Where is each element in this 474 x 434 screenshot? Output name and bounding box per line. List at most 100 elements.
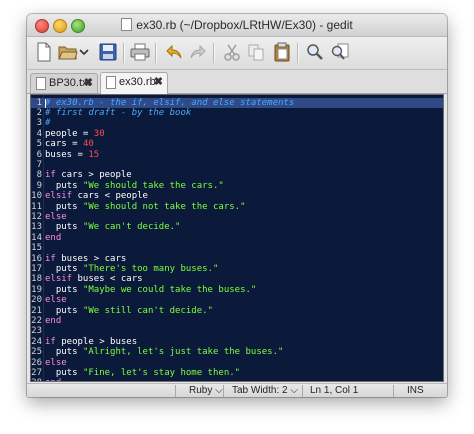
code-line[interactable]: 8 if cars > people — [31, 170, 443, 180]
code-token: buses > cars — [55, 253, 127, 264]
code-token: else — [45, 211, 67, 222]
code-line[interactable]: 16 if buses > cars — [31, 254, 443, 264]
code-token: 15 — [88, 149, 100, 160]
line-number: 13 — [31, 222, 42, 233]
line-number: 12 — [31, 211, 42, 222]
find-replace-button[interactable] — [329, 41, 351, 63]
code-line[interactable]: 11 puts "We should not take the cars." — [31, 202, 443, 212]
line-code: cars = 40 — [45, 139, 94, 149]
code-token: # first draft - by the book — [45, 107, 192, 118]
code-line[interactable]: 12 else — [31, 212, 443, 222]
code-token: people > buses — [55, 336, 138, 347]
cursor-position: Ln 1, Col 1 — [310, 385, 359, 396]
text-cursor — [45, 98, 46, 108]
line-code: # — [45, 118, 50, 128]
code-token: cars = — [45, 139, 83, 150]
window-title-text: ex30.rb (~/Dropbox/LRtHW/Ex30) - gedit — [136, 18, 353, 32]
code-line[interactable]: 13 puts "We can't decide." — [31, 222, 443, 232]
copy-button[interactable] — [245, 41, 267, 63]
cut-button[interactable] — [221, 41, 243, 63]
title-bar[interactable]: ex30.rb (~/Dropbox/LRtHW/Ex30) - gedit — [27, 14, 447, 37]
code-line[interactable]: 14 end — [31, 233, 443, 243]
code-token: # — [45, 118, 51, 129]
code-token: "We still can't decide." — [82, 305, 213, 316]
code-line[interactable]: 3 # — [31, 118, 443, 128]
toolbar-separator — [297, 43, 299, 63]
code-line[interactable]: 17 puts "There's too many buses." — [31, 264, 443, 274]
undo-button[interactable] — [163, 41, 185, 63]
code-line[interactable]: 5 cars = 40 — [31, 139, 443, 149]
line-code: # first draft - by the book — [45, 108, 191, 118]
gedit-window: ex30.rb (~/Dropbox/LRtHW/Ex30) - gedit B… — [27, 14, 447, 397]
save-icon — [99, 43, 117, 61]
code-line[interactable]: 10 elsif cars < people — [31, 191, 443, 201]
line-code: puts "Maybe we could take the buses." — [45, 284, 257, 295]
code-line[interactable]: 27 puts "Fine, let's stay home then." — [31, 368, 443, 378]
line-number: 3 — [36, 118, 42, 129]
line-number: 5 — [36, 139, 42, 150]
close-tab-icon[interactable]: ✖ — [154, 75, 163, 88]
line-number: 4 — [36, 128, 42, 139]
line-number: 27 — [31, 367, 42, 378]
code-line[interactable]: 20 else — [31, 295, 443, 305]
code-line[interactable]: 21 puts "We still can't decide." — [31, 306, 443, 316]
open-button[interactable] — [57, 41, 79, 63]
line-code: buses = 15 — [45, 150, 99, 160]
print-button[interactable] — [129, 41, 151, 63]
open-folder-icon — [58, 46, 78, 60]
tab-width-selector[interactable]: Tab Width: 2 ⌵ — [232, 385, 298, 396]
redo-button[interactable] — [187, 41, 209, 63]
line-number: 25 — [31, 347, 42, 358]
line-number: 26 — [31, 357, 42, 368]
find-button[interactable] — [304, 41, 326, 63]
code-line[interactable]: 2 # first draft - by the book — [31, 108, 443, 118]
text-file-icon — [36, 77, 46, 90]
line-code: elsif cars < people — [45, 191, 148, 201]
line-code: puts "We can't decide." — [45, 222, 181, 232]
paste-button[interactable] — [271, 41, 293, 63]
chevron-down-icon: ⌵ — [215, 385, 223, 396]
toolbar-separator — [213, 43, 215, 63]
code-token: puts — [45, 284, 83, 295]
code-line[interactable]: 24 if people > buses — [31, 337, 443, 347]
open-recent-dropdown[interactable] — [78, 41, 90, 63]
line-number: 1 — [36, 97, 42, 108]
close-tab-icon[interactable]: ✖ — [84, 76, 93, 89]
code-line[interactable]: 9 puts "We should take the cars." — [31, 181, 443, 191]
tab-ex30-rb[interactable]: ex30.rb ✖ — [100, 72, 168, 94]
code-token: buses = — [45, 149, 89, 160]
print-icon — [130, 43, 150, 61]
save-button[interactable] — [97, 41, 119, 63]
document-icon — [121, 18, 133, 31]
line-number: 18 — [31, 274, 42, 285]
line-code: elsif buses < cars — [45, 274, 143, 284]
code-line[interactable]: 26 else — [31, 358, 443, 368]
code-line[interactable]: 1 # ex30.rb - the if, elsif, and else sta… — [31, 97, 443, 108]
code-line[interactable]: 7 — [31, 160, 443, 170]
line-number: 17 — [31, 263, 42, 274]
line-code: if people > buses — [45, 337, 137, 347]
code-line[interactable]: 19 puts "Maybe we could take the buses." — [31, 285, 443, 295]
copy-icon — [248, 44, 264, 61]
code-line[interactable]: 4 people = 30 — [31, 129, 443, 139]
status-separator — [393, 385, 394, 397]
code-line[interactable]: 28end — [31, 378, 443, 381]
find-icon — [307, 44, 323, 60]
new-document-button[interactable] — [33, 41, 55, 63]
tab-bp30-txt[interactable]: BP30.txt ✖ — [30, 73, 98, 93]
code-line[interactable]: 6 buses = 15 — [31, 150, 443, 160]
status-bar: Ruby ⌵ Tab Width: 2 ⌵ Ln 1, Col 1 INS — [27, 383, 447, 397]
code-line[interactable]: 25 puts "Alright, let's just take the bu… — [31, 347, 443, 357]
undo-icon — [166, 44, 182, 59]
code-editor[interactable]: 1 # ex30.rb - the if, elsif, and else sta… — [30, 94, 444, 382]
line-number: 15 — [31, 243, 42, 254]
redo-icon — [190, 44, 206, 59]
code-line[interactable]: 23 — [31, 326, 443, 336]
line-number: 14 — [31, 232, 42, 243]
code-line[interactable]: 15 — [31, 243, 443, 253]
line-number: 10 — [31, 191, 42, 202]
code-token: puts — [45, 305, 83, 316]
code-line[interactable]: 18 elsif buses < cars — [31, 274, 443, 284]
language-selector[interactable]: Ruby ⌵ — [189, 385, 223, 396]
code-line[interactable]: 22 end — [31, 316, 443, 326]
